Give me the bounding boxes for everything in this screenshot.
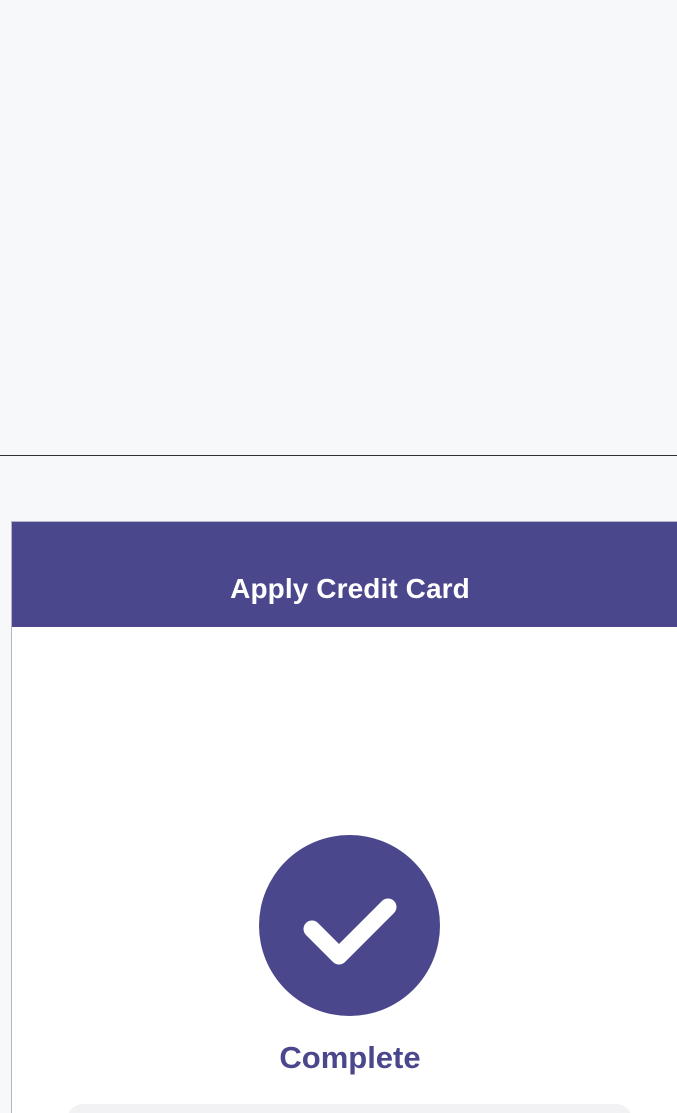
completion-status-label: Complete <box>279 1040 421 1075</box>
blank-top-area <box>0 0 677 455</box>
section-divider <box>0 455 677 456</box>
app-screen: Apply Credit Card Complete <box>11 521 677 1113</box>
summary-card <box>67 1104 632 1113</box>
page-title: Apply Credit Card <box>230 573 470 604</box>
success-badge <box>259 835 440 1016</box>
page: Apply Credit Card Complete <box>0 0 677 1113</box>
checkmark-icon <box>303 898 397 965</box>
app-header: Apply Credit Card <box>12 522 677 627</box>
